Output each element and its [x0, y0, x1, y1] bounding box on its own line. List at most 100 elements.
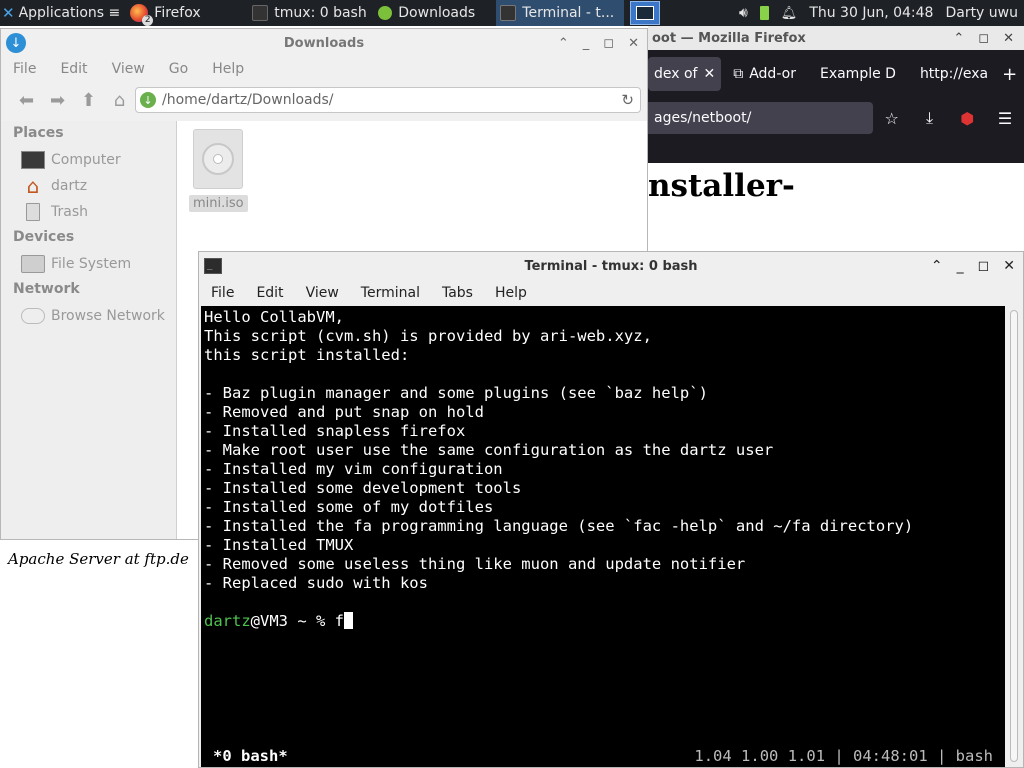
- restore-icon[interactable]: ◻: [603, 36, 614, 51]
- workspace-window-icon: [636, 6, 655, 20]
- download-folder-icon: [378, 6, 393, 20]
- notification-bell-icon[interactable]: 🔔︎: [781, 6, 798, 21]
- sidebar-item-label: File System: [51, 256, 132, 272]
- sidebar-item-browse-network[interactable]: Browse Network: [1, 303, 176, 329]
- applications-menu-label: Applications ≡: [18, 5, 121, 21]
- up-arrow-icon[interactable]: ⬆: [73, 90, 104, 111]
- terminal-line: Hello CollabVM,: [204, 308, 344, 326]
- terminal-icon: _: [204, 258, 222, 274]
- menu-view[interactable]: View: [294, 285, 349, 301]
- maximize-icon[interactable]: ⌃: [953, 31, 964, 46]
- taskbar-terminal[interactable]: Terminal - t...: [496, 0, 625, 26]
- taskbar-firefox[interactable]: 2 Firefox: [126, 0, 248, 26]
- terminal-line: - Installed snapless firefox: [204, 422, 466, 440]
- menu-view[interactable]: View: [100, 61, 157, 77]
- terminal-menubar: File Edit View Terminal Tabs Help: [199, 280, 1023, 306]
- restore-icon[interactable]: ◻: [978, 258, 990, 274]
- back-arrow-icon[interactable]: ⬅: [11, 90, 42, 111]
- network-header: Network: [13, 281, 80, 297]
- terminal-line: - Removed some useless thing like muon a…: [204, 555, 746, 573]
- terminal-scrollbar[interactable]: [1007, 306, 1021, 767]
- file-name[interactable]: mini.iso: [189, 195, 248, 212]
- terminal-line: - Installed my vim configuration: [204, 460, 503, 478]
- menu-edit[interactable]: Edit: [48, 61, 99, 77]
- close-icon[interactable]: ✕: [1003, 258, 1015, 274]
- terminal-title: Terminal - tmux: 0 bash: [524, 258, 698, 274]
- text-cursor: [344, 612, 354, 629]
- battery-icon[interactable]: [759, 6, 769, 20]
- apache-footer: Apache Server at ftp.de: [8, 550, 189, 568]
- terminal-line: - Baz plugin manager and some plugins (s…: [204, 384, 708, 402]
- menu-help[interactable]: Help: [483, 285, 537, 301]
- top-panel: ✕ Applications ≡ 2 Firefox tmux: 0 bash …: [0, 0, 1024, 26]
- file-manager-menubar: File Edit View Go Help: [1, 57, 647, 81]
- reload-icon[interactable]: ↻: [621, 91, 640, 109]
- sidebar-item-label: Computer: [51, 152, 121, 168]
- minimize-icon[interactable]: _: [583, 36, 590, 51]
- terminal-line: this script installed:: [204, 346, 410, 364]
- location-bar[interactable]: ↓ /home/dartz/Downloads/ ↻: [135, 87, 641, 113]
- tab-index-label: dex of: [654, 66, 698, 82]
- terminal-line: - Installed TMUX: [204, 536, 354, 554]
- menu-file[interactable]: File: [1, 61, 48, 77]
- hamburger-menu-icon[interactable]: ☰: [986, 109, 1024, 128]
- user-menu[interactable]: Darty uwu: [945, 5, 1018, 21]
- url-bar[interactable]: ages/netboot/: [648, 102, 873, 134]
- sidebar-item-trash[interactable]: Trash: [1, 199, 176, 225]
- volume-icon[interactable]: 🔊︎: [739, 5, 748, 21]
- menu-terminal[interactable]: Terminal: [349, 285, 430, 301]
- tab-close-icon[interactable]: ✕: [703, 66, 715, 82]
- window-count-badge: 2: [142, 15, 154, 26]
- taskbar-firefox-label: Firefox: [154, 5, 201, 21]
- sidebar-item-label: dartz: [51, 178, 88, 194]
- scrollbar-thumb[interactable]: [1010, 310, 1018, 762]
- tab-addons[interactable]: ⧉ Add-or: [721, 57, 808, 91]
- close-icon[interactable]: ✕: [1003, 31, 1014, 46]
- firefox-tabbar: dex of ✕ ⧉ Add-or Example D http://exa +: [648, 50, 1024, 98]
- forward-arrow-icon[interactable]: ➡: [42, 90, 73, 111]
- tab-http[interactable]: http://exa: [908, 57, 1000, 91]
- close-icon[interactable]: ✕: [628, 36, 639, 51]
- terminal-line: - Replaced sudo with kos: [204, 574, 428, 592]
- minimize-icon[interactable]: _: [957, 258, 964, 274]
- maximize-icon[interactable]: ⌃: [931, 258, 943, 274]
- taskbar-downloads[interactable]: Downloads: [374, 0, 496, 26]
- workspace-switcher[interactable]: [630, 1, 661, 25]
- menu-file[interactable]: File: [199, 285, 244, 301]
- terminal-icon: [252, 5, 269, 21]
- taskbar-downloads-label: Downloads: [398, 5, 476, 21]
- ublock-icon[interactable]: ⬢: [948, 109, 986, 128]
- applications-menu[interactable]: ✕ Applications ≡: [0, 0, 126, 26]
- firefox-icon: 2: [130, 4, 154, 26]
- tmux-window-list[interactable]: *0 bash*: [201, 745, 288, 767]
- downloads-icon[interactable]: ⤓: [911, 108, 949, 128]
- drive-icon: [21, 254, 45, 274]
- prompt-user: dartz: [204, 612, 251, 630]
- places-header: Places: [13, 125, 64, 141]
- restore-icon[interactable]: ◻: [978, 31, 989, 46]
- sidebar-item-label: Browse Network: [51, 308, 165, 324]
- devices-header: Devices: [13, 229, 75, 245]
- sidebar-item-computer[interactable]: Computer: [1, 147, 176, 173]
- menu-go[interactable]: Go: [157, 61, 200, 77]
- tab-index[interactable]: dex of ✕: [648, 57, 722, 91]
- new-tab-icon[interactable]: +: [1000, 64, 1017, 85]
- prompt-line[interactable]: dartz@VM3 ~ % f: [204, 612, 913, 631]
- home-icon[interactable]: ⌂: [104, 90, 135, 111]
- terminal-screen[interactable]: Hello CollabVM, This script (cvm.sh) is …: [201, 306, 1005, 767]
- menu-edit[interactable]: Edit: [244, 285, 293, 301]
- sidebar-item-filesystem[interactable]: File System: [1, 251, 176, 277]
- menu-tabs[interactable]: Tabs: [430, 285, 483, 301]
- bookmark-star-icon[interactable]: ☆: [873, 109, 911, 128]
- taskbar-tmux[interactable]: tmux: 0 bash: [248, 0, 374, 26]
- sidebar-item-dartz[interactable]: ⌂ dartz: [1, 173, 176, 199]
- maximize-icon[interactable]: ⌃: [558, 36, 569, 51]
- disc-image-icon[interactable]: [193, 129, 243, 189]
- taskbar-tmux-label: tmux: 0 bash: [274, 5, 367, 21]
- tab-example[interactable]: Example D: [808, 57, 908, 91]
- clock[interactable]: Thu 30 Jun, 04:48: [809, 5, 933, 21]
- cloud-network-icon: [21, 306, 45, 326]
- menu-help[interactable]: Help: [200, 61, 256, 77]
